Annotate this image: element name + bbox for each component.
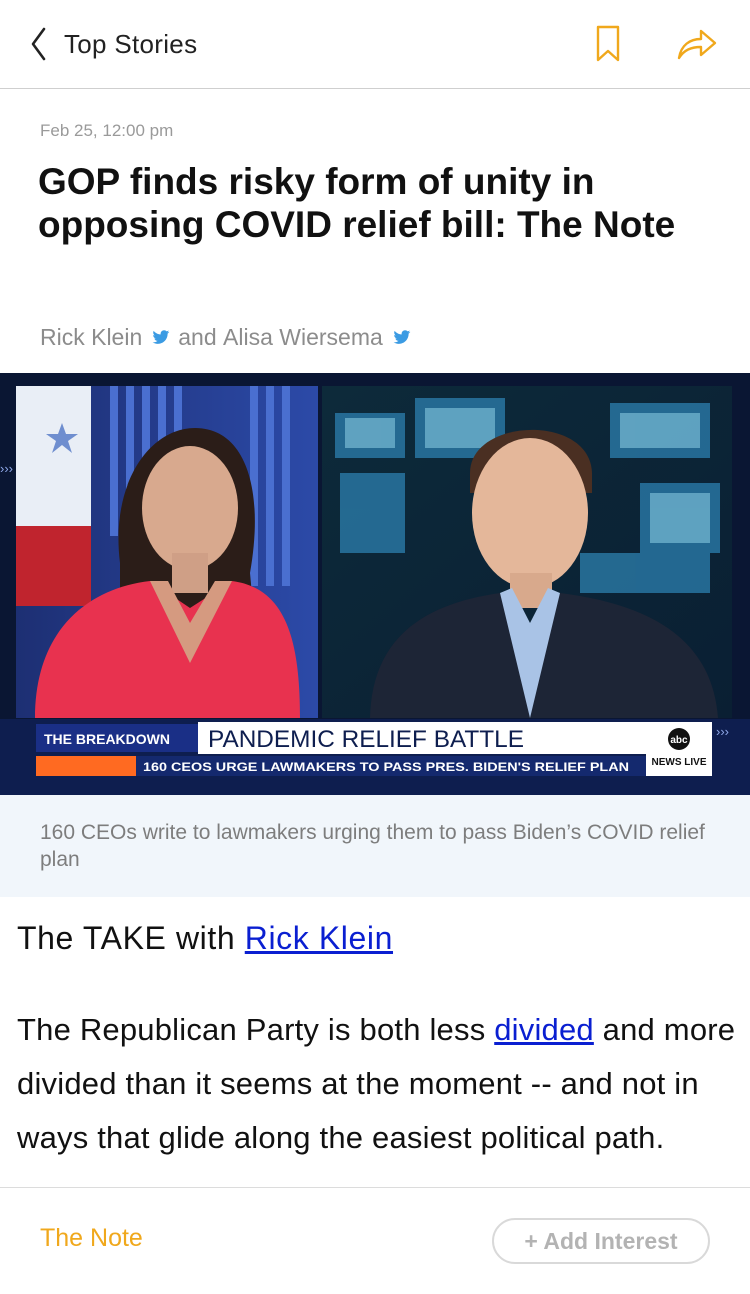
take-author-link[interactable]: Rick Klein <box>245 920 393 956</box>
lower-third-tag: THE BREAKDOWN <box>44 731 170 747</box>
author-name[interactable]: Rick Klein <box>40 324 142 351</box>
lower-third-headline: PANDEMIC RELIEF BATTLE <box>208 726 524 753</box>
take-heading: The TAKE with Rick Klein <box>17 920 393 957</box>
twitter-icon[interactable] <box>393 330 411 345</box>
divided-link[interactable]: divided <box>494 1012 594 1047</box>
bookmark-button[interactable] <box>586 22 630 66</box>
article-title: GOP finds risky form of unity in opposin… <box>38 161 676 245</box>
arrows-decoration-left: ››› <box>0 461 13 476</box>
topic-footer: The Note + Add Interest <box>0 1187 750 1294</box>
article-date: Feb 25, 12:00 pm <box>40 121 174 140</box>
share-button[interactable] <box>675 22 719 66</box>
chevron-left-icon <box>31 27 46 61</box>
network-logo-sub: NEWS LIVE <box>651 757 706 768</box>
network-logo: abc <box>670 735 688 746</box>
add-interest-button[interactable]: + Add Interest <box>492 1218 710 1264</box>
byline: Rick Klein and Alisa Wiersema <box>40 324 419 351</box>
topic-link[interactable]: The Note <box>40 1224 143 1253</box>
back-button[interactable]: Top Stories <box>28 24 197 64</box>
arrows-decoration: ››› <box>716 724 729 739</box>
article-video[interactable]: abc NEWS LIVE THE BREAKDOWN PANDEMIC REL… <box>0 373 750 795</box>
back-label: Top Stories <box>64 28 198 59</box>
bookmark-icon <box>596 25 620 62</box>
take-prefix: The TAKE with <box>17 920 245 956</box>
twitter-icon[interactable] <box>152 330 170 345</box>
image-caption: 160 CEOs write to lawmakers urging them … <box>0 795 750 897</box>
nav-header: Top Stories <box>0 0 750 89</box>
article-paragraph: The Republican Party is both less divide… <box>17 1003 737 1165</box>
lower-third-ticker: 160 CEOS URGE LAWMAKERS TO PASS PRES. BI… <box>143 760 629 774</box>
video-still-image: abc NEWS LIVE THE BREAKDOWN PANDEMIC REL… <box>0 373 750 795</box>
byline-joiner: and <box>178 324 217 350</box>
author-name[interactable]: Alisa Wiersema <box>223 324 383 351</box>
share-arrow-icon <box>677 29 717 60</box>
para-text-1: The Republican Party is both less <box>17 1012 495 1047</box>
